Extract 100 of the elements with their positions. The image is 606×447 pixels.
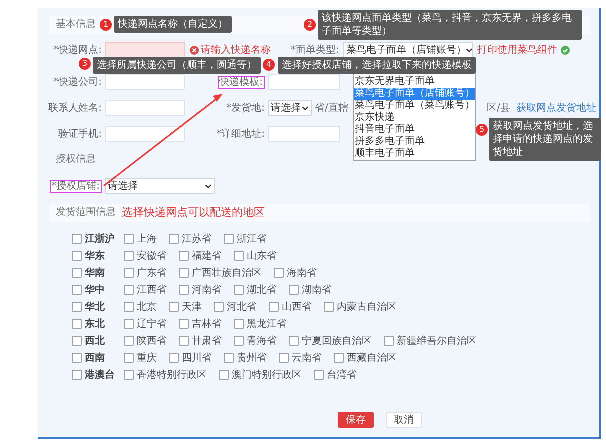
- cancel-button[interactable]: 取消: [386, 412, 422, 428]
- field-label: *授权店铺:: [50, 180, 102, 193]
- checkbox[interactable]: [234, 318, 244, 328]
- checkbox[interactable]: [124, 302, 134, 312]
- checkbox[interactable]: [179, 268, 189, 278]
- checkbox[interactable]: [72, 302, 82, 312]
- dropdown-option[interactable]: 顺丰电子面单: [354, 148, 475, 160]
- field-label: *快递网点:: [52, 44, 102, 57]
- input-field[interactable]: [105, 74, 185, 90]
- province-label: 青海省: [247, 334, 277, 348]
- checkbox[interactable]: [124, 336, 134, 346]
- checkbox[interactable]: [124, 352, 134, 362]
- region-label: 东北: [85, 317, 105, 330]
- checkbox[interactable]: [219, 370, 229, 380]
- checkbox[interactable]: [279, 352, 289, 362]
- checkbox[interactable]: [234, 284, 244, 294]
- checkbox[interactable]: [214, 302, 224, 312]
- input-field[interactable]: [105, 126, 185, 142]
- annotation-tooltip: 该快递网点面单类型（菜鸟，抖音，京东无界，拼多多电子面单等类型）: [318, 10, 582, 40]
- checkbox[interactable]: [324, 302, 334, 312]
- select-field[interactable]: 请选择: [268, 100, 312, 116]
- error-message: 请输入快递名称: [201, 44, 271, 57]
- checkbox[interactable]: [169, 352, 179, 362]
- checkbox[interactable]: [72, 370, 82, 380]
- checkbox[interactable]: [169, 302, 179, 312]
- checkbox[interactable]: [224, 234, 234, 244]
- checkbox[interactable]: [124, 250, 134, 260]
- region-label: 华北: [85, 300, 105, 314]
- dropdown-option[interactable]: 京东无界电子面单: [354, 76, 475, 88]
- checkbox[interactable]: [124, 234, 134, 244]
- checkbox[interactable]: [179, 318, 189, 328]
- checkbox[interactable]: [234, 250, 244, 260]
- hint-text: 选择快递网点可以配送的地区: [122, 205, 265, 221]
- input-field[interactable]: [105, 42, 185, 58]
- checkbox[interactable]: [224, 352, 234, 362]
- field-label: *面单类型:: [291, 44, 340, 57]
- checkbox[interactable]: [72, 234, 82, 244]
- select-field[interactable]: 区/县: [487, 101, 510, 115]
- checkbox[interactable]: [289, 284, 299, 294]
- select-field[interactable]: 省/直辖: [315, 101, 353, 115]
- checkbox[interactable]: [72, 250, 82, 260]
- province-label: 广东省: [137, 266, 167, 280]
- checkbox[interactable]: [72, 318, 82, 328]
- province-label: 云南省: [292, 352, 322, 364]
- province-label: 海南省: [287, 266, 317, 280]
- select-field[interactable]: 请选择: [105, 178, 215, 194]
- checkbox[interactable]: [72, 268, 82, 278]
- province-label: 内蒙古自治区: [337, 300, 397, 314]
- province-label: 宁夏回族自治区: [302, 334, 372, 348]
- checkbox[interactable]: [234, 336, 244, 346]
- caret-icon: [466, 48, 474, 52]
- dropdown-option[interactable]: 菜鸟电子面单（菜鸟账号）: [354, 100, 475, 112]
- checkbox[interactable]: [124, 318, 134, 328]
- checkbox[interactable]: [269, 302, 279, 312]
- checkbox[interactable]: [169, 234, 179, 244]
- province-label: 福建省: [192, 250, 222, 262]
- dropdown-option[interactable]: 拼多多电子面单: [354, 136, 475, 148]
- province-label: 甘肃省: [192, 334, 222, 348]
- region-label: 西南: [85, 352, 105, 364]
- error-icon: [190, 46, 199, 54]
- dropdown-option[interactable]: 菜鸟电子面单（店铺账号）: [354, 88, 475, 100]
- province-label: 河南省: [192, 284, 222, 296]
- input-field[interactable]: [105, 100, 185, 116]
- province-label: 江西省: [137, 284, 167, 296]
- input-field[interactable]: [268, 74, 340, 90]
- field-label: *快递公司:: [52, 76, 102, 89]
- field-label: *发货地:: [226, 102, 265, 115]
- region-label: 西北: [85, 334, 105, 348]
- province-label: 香港特别行政区: [137, 368, 207, 382]
- section-title: 授权信息: [56, 152, 96, 166]
- select-field[interactable]: 菜鸟电子面单（店铺账号）: [343, 42, 474, 58]
- province-label: 湖北省: [247, 284, 277, 296]
- province-label: 澳门特别行政区: [232, 368, 302, 382]
- checkbox[interactable]: [274, 268, 284, 278]
- save-button[interactable]: 保存: [338, 412, 374, 428]
- region-label: 华南: [85, 266, 105, 280]
- checkbox[interactable]: [384, 336, 394, 346]
- checkbox[interactable]: [72, 336, 82, 346]
- region-label: 华中: [85, 284, 105, 296]
- province-label: 吉林省: [192, 318, 222, 330]
- checkbox[interactable]: [179, 284, 189, 294]
- annotation-tooltip: 选择所属快递公司（顺丰，圆通等）: [93, 57, 261, 74]
- checkbox[interactable]: [124, 268, 134, 278]
- fetch-address-link[interactable]: 获取网点发货地址: [516, 101, 596, 115]
- checkbox[interactable]: [179, 336, 189, 346]
- checkbox[interactable]: [334, 352, 344, 362]
- checkbox[interactable]: [72, 284, 82, 294]
- section-header: 发货范围信息: [56, 206, 116, 220]
- checkbox[interactable]: [314, 370, 324, 380]
- dropdown-option[interactable]: 抖音电子面单: [354, 124, 475, 136]
- checkbox[interactable]: [72, 352, 82, 362]
- field-label: *详细地址:: [216, 128, 265, 141]
- field-label: 联系人姓名:: [48, 102, 102, 115]
- checkbox[interactable]: [124, 284, 134, 294]
- province-label: 辽宁省: [137, 318, 167, 330]
- dropdown-option[interactable]: 京东快递: [354, 112, 475, 124]
- checkbox[interactable]: [289, 336, 299, 346]
- checkbox[interactable]: [124, 370, 134, 380]
- checkbox[interactable]: [179, 250, 189, 260]
- input-field[interactable]: [268, 126, 340, 142]
